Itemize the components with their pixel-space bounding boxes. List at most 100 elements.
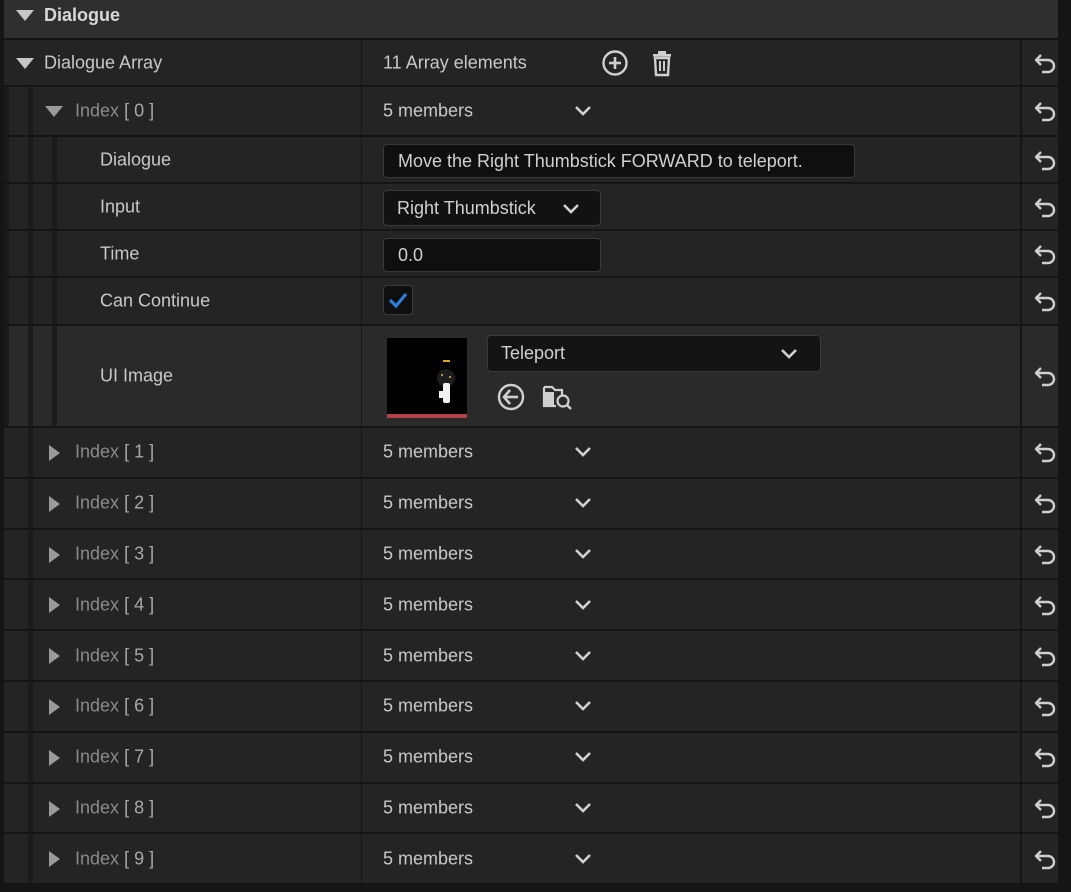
name-column: Index [ 5 ] xyxy=(4,631,362,680)
value-column[interactable]: 5 members xyxy=(362,580,1020,629)
reset-arrow-icon[interactable] xyxy=(1033,52,1057,74)
triangle-down-icon[interactable] xyxy=(16,58,34,69)
reset-column xyxy=(1020,231,1060,276)
name-column: Dialogue Array xyxy=(4,40,362,85)
triangle-right-icon[interactable] xyxy=(49,495,60,512)
name-column: Time xyxy=(4,231,362,276)
chevron-down-icon[interactable] xyxy=(574,751,592,763)
name-column: Dialogue xyxy=(4,137,362,182)
indent-guide xyxy=(28,326,33,426)
chevron-down-icon[interactable] xyxy=(780,348,798,360)
reset-arrow-icon[interactable] xyxy=(1033,149,1057,171)
navigate-back-icon[interactable] xyxy=(496,382,526,412)
reset-arrow-icon[interactable] xyxy=(1033,645,1057,667)
can-continue-row: Can Continue xyxy=(4,278,1058,326)
indent-guide xyxy=(28,529,33,579)
chevron-down-icon[interactable] xyxy=(574,548,592,560)
chevron-down-icon[interactable] xyxy=(574,599,592,611)
value-column[interactable]: 5 members xyxy=(362,631,1020,680)
value-column[interactable]: 5 members xyxy=(362,834,1020,883)
members-text: 5 members xyxy=(383,746,474,767)
members-text: 5 members xyxy=(383,543,474,564)
value-column[interactable]: 5 members xyxy=(362,682,1020,731)
value-column[interactable]: 5 members xyxy=(362,428,1020,477)
reset-arrow-icon[interactable] xyxy=(1033,797,1057,819)
indent-guide xyxy=(52,231,57,276)
reset-arrow-icon[interactable] xyxy=(1033,492,1057,514)
input-dropdown[interactable]: Right Thumbstick xyxy=(383,190,601,226)
reset-arrow-icon[interactable] xyxy=(1033,196,1057,218)
ui-image-asset-value: Teleport xyxy=(501,343,566,363)
index-label: Index [ 4 ] xyxy=(75,594,155,615)
input-label: Input xyxy=(100,196,141,216)
array-count: 11 Array elements xyxy=(383,52,527,72)
triangle-down-icon[interactable] xyxy=(16,10,34,21)
trash-icon[interactable] xyxy=(647,48,677,78)
value-column[interactable]: 5 members xyxy=(362,479,1020,528)
reset-column xyxy=(1020,184,1060,229)
index-label: Index [ 9 ] xyxy=(75,848,155,869)
can-continue-checkbox[interactable] xyxy=(383,285,413,315)
reset-arrow-icon[interactable] xyxy=(1033,290,1057,312)
reset-arrow-icon[interactable] xyxy=(1033,695,1057,717)
value-column: 11 Array elements xyxy=(362,40,1020,85)
time-value: 0.0 xyxy=(398,245,424,265)
value-column[interactable]: 5 members xyxy=(362,784,1020,833)
category-header-dialogue[interactable]: Dialogue xyxy=(4,0,1058,39)
index-label: Index [ 0 ] xyxy=(75,100,155,121)
time-number-input[interactable]: 0.0 xyxy=(383,238,601,272)
input-dropdown-value: Right Thumbstick xyxy=(397,198,536,218)
reset-arrow-icon[interactable] xyxy=(1033,365,1057,387)
reset-column xyxy=(1020,137,1060,182)
chevron-down-icon[interactable] xyxy=(574,802,592,814)
reset-column xyxy=(1020,631,1060,680)
value-column xyxy=(362,278,1020,324)
reset-column xyxy=(1020,428,1060,477)
triangle-right-icon[interactable] xyxy=(49,851,60,868)
reset-column xyxy=(1020,40,1060,85)
browse-folder-icon[interactable] xyxy=(542,382,572,412)
triangle-right-icon[interactable] xyxy=(49,749,60,766)
chevron-down-icon[interactable] xyxy=(562,203,580,215)
chevron-down-icon[interactable] xyxy=(574,700,592,712)
triangle-right-icon[interactable] xyxy=(49,648,60,665)
asset-thumbnail[interactable] xyxy=(384,335,470,421)
triangle-down-icon[interactable] xyxy=(45,106,63,117)
reset-arrow-icon[interactable] xyxy=(1033,746,1057,768)
triangle-right-icon[interactable] xyxy=(49,699,60,715)
triangle-right-icon[interactable] xyxy=(49,546,60,563)
index-label: Index [ 8 ] xyxy=(75,797,155,818)
triangle-right-icon[interactable] xyxy=(49,800,60,817)
name-column: Can Continue xyxy=(4,278,362,324)
indent-guide xyxy=(28,682,33,731)
members-text: 5 members xyxy=(383,492,474,513)
reset-arrow-icon[interactable] xyxy=(1033,848,1057,870)
array-label: Dialogue Array xyxy=(44,52,163,72)
triangle-right-icon[interactable] xyxy=(49,445,60,461)
index-row-collapsed: Index [ 8 ] 5 members xyxy=(4,783,1058,835)
indent-guide xyxy=(28,137,33,182)
ui-image-asset-dropdown[interactable]: Teleport xyxy=(487,335,821,372)
value-column[interactable]: 5 members xyxy=(362,530,1020,579)
reset-arrow-icon[interactable] xyxy=(1033,100,1057,122)
indent-guide xyxy=(4,137,9,182)
chevron-down-icon[interactable] xyxy=(574,650,592,662)
indent-guide xyxy=(52,137,57,182)
chevron-down-icon[interactable] xyxy=(574,497,592,509)
reset-arrow-icon[interactable] xyxy=(1033,243,1057,265)
reset-arrow-icon[interactable] xyxy=(1033,441,1057,463)
triangle-right-icon[interactable] xyxy=(49,597,60,614)
indent-guide xyxy=(28,478,33,528)
add-circle-icon[interactable] xyxy=(600,48,630,78)
reset-column xyxy=(1020,326,1060,426)
reset-arrow-icon[interactable] xyxy=(1033,543,1057,565)
dialogue-text-input[interactable]: Move the Right Thumbstick FORWARD to tel… xyxy=(383,144,855,178)
chevron-down-icon[interactable] xyxy=(574,105,592,117)
reset-arrow-icon[interactable] xyxy=(1033,594,1057,616)
chevron-down-icon[interactable] xyxy=(574,853,592,865)
chevron-down-icon[interactable] xyxy=(574,446,592,458)
value-column[interactable]: 5 members xyxy=(362,733,1020,782)
reset-column xyxy=(1020,682,1060,731)
value-column[interactable]: 5 members xyxy=(362,87,1020,135)
index-row-expanded: Index [ 0 ] 5 members xyxy=(4,87,1058,137)
